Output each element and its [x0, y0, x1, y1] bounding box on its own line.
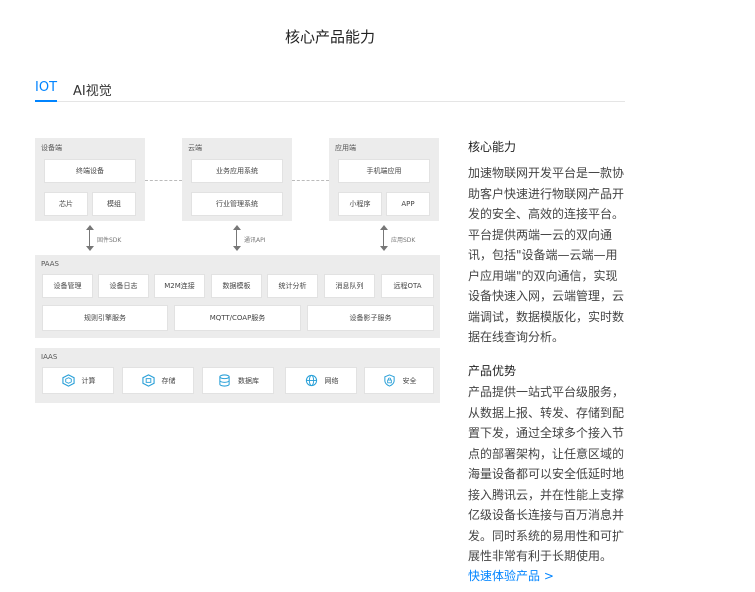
paas-service-box: 远程OTA [382, 275, 433, 297]
text-line: 产品提供一站式平台级服务， [468, 385, 625, 399]
network-icon [304, 373, 319, 388]
iaas-database-box: 数据库 [203, 368, 273, 393]
chip-box: 芯片 [45, 193, 87, 215]
paas-service-box: 消息队列 [325, 275, 374, 297]
tab-bar: IOT AI视觉 [35, 80, 625, 102]
device-panel-label: 设备端 [41, 144, 62, 152]
text-line: 端调试，数据模版化，实时数 [468, 309, 625, 324]
mobile-app-box: 手机端应用 [339, 160, 429, 182]
text-line: 平台提供两端一云的双向通 [468, 227, 613, 242]
iaas-security-label: 安全 [402, 376, 417, 385]
tab-ai-vision[interactable]: AI视觉 [73, 80, 112, 104]
page-title: 核心产品能力 [284, 28, 375, 46]
product-advantage-text: 产品提供一站式平台级服务， 从数据上报、转发、存储到配 置下发，通过全球多个接入… [468, 382, 628, 567]
cloud-panel: 云端 业务应用系统 行业管理系统 [182, 138, 292, 221]
arrow-appsdk [380, 225, 388, 251]
tab-iot[interactable]: IOT [35, 80, 58, 102]
paas-service-box: 统计分析 [268, 275, 317, 297]
device-panel: 设备端 终端设备 芯片 模组 [35, 138, 145, 221]
compute-icon [61, 373, 76, 388]
text-line: 接入腾讯云，并在性能上支撑 [468, 487, 625, 502]
connector-dash [145, 180, 182, 181]
text-line: 点的部署架构，让任意区域的 [468, 446, 625, 461]
iaas-network-box: 网络 [286, 368, 356, 393]
app-panel-label: 应用端 [335, 144, 356, 152]
text-line: 发的安全、高效的连接平台。 [468, 207, 625, 221]
arrow-firmware [86, 225, 94, 251]
iaas-network-label: 网络 [324, 376, 339, 385]
business-system-box: 业务应用系统 [192, 160, 282, 182]
iaas-compute-box: 计算 [43, 368, 113, 393]
text-line: 加速物联网开发平台是一款协 [468, 166, 625, 180]
product-advantage-title: 产品优势 [468, 364, 517, 378]
industry-system-box: 行业管理系统 [192, 193, 282, 215]
iaas-security-box: 安全 [365, 368, 433, 393]
iaas-panel-label: IAAS [41, 353, 58, 361]
paas-service-box: 设备管理 [43, 275, 92, 297]
paas-panel: PAAS 设备管理 设备日志 M2M连接 数据模板 统计分析 消息队列 远程OT… [35, 255, 440, 338]
app-box: APP [387, 193, 429, 215]
database-icon [217, 373, 232, 388]
miniprogram-box: 小程序 [339, 193, 381, 215]
comm-api-label: 通讯API [244, 237, 266, 244]
terminal-device-box: 终端设备 [45, 160, 135, 182]
paas-service-box: M2M连接 [155, 275, 204, 297]
app-sdk-label: 应用SDK [391, 237, 416, 244]
text-line: 展性非常有利于长期使用。 [468, 549, 613, 563]
security-icon [382, 373, 397, 388]
paas-service-box: 设备日志 [99, 275, 148, 297]
firmware-sdk-label: 固件SDK [97, 237, 122, 244]
text-line: 设备快速入网，云端管理，云 [468, 289, 625, 303]
app-panel: 应用端 手机端应用 小程序 APP [329, 138, 439, 221]
iaas-panel: IAAS 计算 存储 数据库 网络 安全 [35, 348, 440, 403]
connector-dash [292, 180, 329, 181]
text-line: 据在线查询分析。 [468, 330, 565, 344]
iaas-storage-box: 存储 [123, 368, 193, 393]
iaas-storage-label: 存储 [161, 376, 176, 385]
core-capability-title: 核心能力 [468, 140, 517, 154]
text-line: 讯，包括"设备端—云端—用 [468, 248, 618, 262]
try-product-link[interactable]: 快速体验产品 > [468, 567, 554, 584]
storage-icon [141, 373, 156, 388]
cloud-panel-label: 云端 [188, 144, 202, 152]
core-capability-section: 核心能力 加速物联网开发平台是一款协 助客户快速进行物联网产品开 发的安全、高效… [468, 138, 628, 348]
text-line: 海量设备都可以安全低延时地 [468, 467, 625, 481]
iaas-compute-label: 计算 [81, 376, 96, 385]
paas-service-box: 数据模板 [212, 275, 261, 297]
text-line: 从数据上报、转发、存储到配 [468, 405, 625, 420]
architecture-diagram: 设备端 终端设备 芯片 模组 云端 业务应用系统 行业管理系统 应用端 手机端应… [35, 133, 440, 408]
paas-core-service-box: 规则引擎服务 [43, 306, 167, 330]
text-line: 助客户快速进行物联网产品开 [468, 186, 625, 201]
text-line: 户应用端"的双向通信，实现 [468, 268, 618, 283]
iaas-database-label: 数据库 [238, 376, 259, 385]
paas-core-service-box: 设备影子服务 [308, 306, 433, 330]
text-line: 置下发，通过全球多个接入节 [468, 426, 625, 440]
core-capability-text: 加速物联网开发平台是一款协 助客户快速进行物联网产品开 发的安全、高效的连接平台… [468, 163, 628, 348]
text-line: 发。同时系统的易用性和可扩 [468, 528, 625, 543]
arrow-comm [233, 225, 241, 251]
paas-panel-label: PAAS [41, 260, 59, 268]
text-line: 亿级设备长连接与百万消息并 [468, 508, 625, 522]
module-box: 模组 [93, 193, 135, 215]
paas-core-service-box: MQTT/COAP服务 [175, 306, 300, 330]
